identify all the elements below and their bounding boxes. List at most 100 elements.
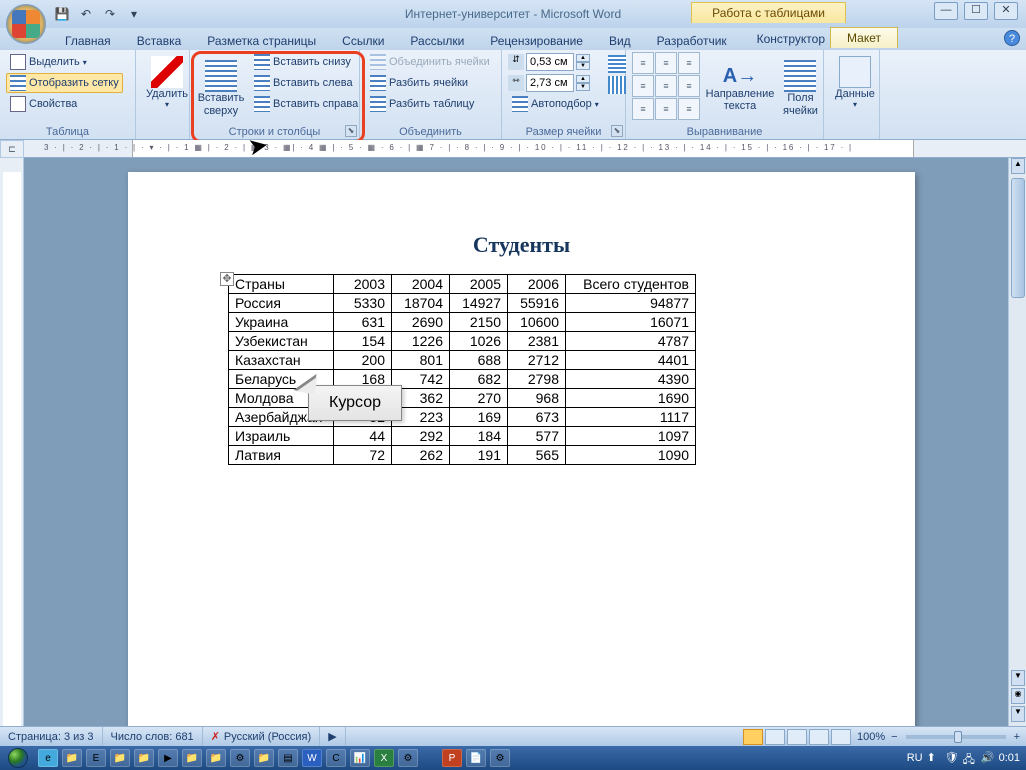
zoom-thumb[interactable]	[954, 731, 962, 743]
table-cell[interactable]: 262	[392, 446, 450, 465]
start-button[interactable]	[0, 746, 36, 770]
table-cell[interactable]: 5330	[334, 294, 392, 313]
task-app7[interactable]: 📁	[206, 749, 226, 767]
insert-right-button[interactable]: Вставить справа	[250, 94, 362, 114]
data-table[interactable]: Страны 2003 2004 2005 2006 Всего студент…	[228, 274, 696, 465]
table-cell[interactable]: 292	[392, 427, 450, 446]
table-cell[interactable]: 14927	[450, 294, 508, 313]
table-cell[interactable]: 4787	[566, 332, 696, 351]
table-cell[interactable]: 688	[450, 351, 508, 370]
view-draft[interactable]	[831, 729, 851, 745]
status-spelling[interactable]: ✗Русский (Россия)	[203, 727, 321, 746]
table-cell[interactable]: 801	[392, 351, 450, 370]
table-cell[interactable]: Украина	[229, 313, 334, 332]
align-bl[interactable]: ≡	[632, 98, 654, 120]
task-app6[interactable]: 📁	[182, 749, 202, 767]
table-row[interactable]: Казахстан20080168827124401	[229, 351, 696, 370]
task-app4[interactable]: 📁	[134, 749, 154, 767]
vertical-ruler[interactable]	[0, 158, 24, 726]
table-cell[interactable]: 270	[450, 389, 508, 408]
tab-design[interactable]: Конструктор	[746, 28, 836, 49]
table-cell[interactable]: Россия	[229, 294, 334, 313]
width-down[interactable]: ▼	[576, 83, 590, 91]
table-cell[interactable]: 94877	[566, 294, 696, 313]
table-cell[interactable]: 1026	[450, 332, 508, 351]
prev-page[interactable]: ◉	[1011, 688, 1025, 704]
task-app12[interactable]: 📊	[350, 749, 370, 767]
table-cell[interactable]: Израиль	[229, 427, 334, 446]
table-cell[interactable]: 2150	[450, 313, 508, 332]
tray-icon1[interactable]: ⬆	[927, 751, 941, 765]
tray-lang[interactable]: RU	[907, 752, 923, 764]
qat-undo-icon[interactable]: ↶	[76, 4, 96, 24]
view-web[interactable]	[787, 729, 807, 745]
tray-clock[interactable]: 0:01	[999, 752, 1020, 764]
col-total[interactable]: Всего студентов	[566, 275, 696, 294]
tab-mailings[interactable]: Рассылки	[397, 30, 477, 50]
align-tr[interactable]: ≡	[678, 52, 700, 74]
horizontal-ruler[interactable]: 3 · | · 2 · | · 1 · | · ▾ · | · 1 ▦ | · …	[24, 140, 1026, 158]
table-cell[interactable]: 154	[334, 332, 392, 351]
align-tl[interactable]: ≡	[632, 52, 654, 74]
task-app14[interactable]: 📄	[466, 749, 486, 767]
properties-button[interactable]: Свойства	[6, 94, 123, 114]
scroll-thumb[interactable]	[1011, 178, 1025, 298]
zoom-level[interactable]: 100%	[857, 731, 885, 743]
align-tc[interactable]: ≡	[655, 52, 677, 74]
text-direction-button[interactable]: A→ Направление текста	[704, 52, 776, 125]
status-page[interactable]: Страница: 3 из 3	[0, 727, 103, 746]
table-cell[interactable]: 565	[508, 446, 566, 465]
table-cell[interactable]: 968	[508, 389, 566, 408]
scroll-up[interactable]: ▲	[1011, 158, 1025, 174]
task-app8[interactable]: ⚙	[230, 749, 250, 767]
view-outline[interactable]	[809, 729, 829, 745]
minimize-button[interactable]: —	[934, 2, 958, 20]
table-cell[interactable]: 191	[450, 446, 508, 465]
align-ml[interactable]: ≡	[632, 75, 654, 97]
insert-above-button[interactable]: Вставить сверху	[196, 52, 246, 125]
table-cell[interactable]: 1117	[566, 408, 696, 427]
height-down[interactable]: ▼	[576, 62, 590, 70]
task-app1[interactable]: 📁	[62, 749, 82, 767]
insert-left-button[interactable]: Вставить слева	[250, 73, 362, 93]
table-row[interactable]: Израиль442921845771097	[229, 427, 696, 446]
office-button[interactable]	[6, 4, 46, 44]
width-up[interactable]: ▲	[576, 75, 590, 83]
tab-layout-active[interactable]: Макет	[830, 27, 898, 48]
view-full-screen[interactable]	[765, 729, 785, 745]
document-area[interactable]: Студенты ✥ Страны 2003 2004 2005 2006 Вс…	[24, 158, 1008, 726]
table-row[interactable]: Украина631269021501060016071	[229, 313, 696, 332]
align-br[interactable]: ≡	[678, 98, 700, 120]
table-cell[interactable]: 16071	[566, 313, 696, 332]
table-cell[interactable]: 1690	[566, 389, 696, 408]
table-cell[interactable]: 1226	[392, 332, 450, 351]
table-cell[interactable]: 577	[508, 427, 566, 446]
split-table-button[interactable]: Разбить таблицу	[366, 94, 494, 114]
rows-cols-launcher[interactable]: ⬊	[345, 125, 357, 137]
align-mc[interactable]: ≡	[655, 75, 677, 97]
col-2006[interactable]: 2006	[508, 275, 566, 294]
table-cell[interactable]: 1097	[566, 427, 696, 446]
table-cell[interactable]: 200	[334, 351, 392, 370]
scroll-down[interactable]: ▼	[1011, 670, 1025, 686]
align-mr[interactable]: ≡	[678, 75, 700, 97]
table-cell[interactable]: 673	[508, 408, 566, 427]
task-app11[interactable]: C	[326, 749, 346, 767]
status-macro[interactable]: ▶	[320, 727, 345, 746]
gridlines-button[interactable]: Отобразить сетку	[6, 73, 123, 93]
table-cell[interactable]: 2690	[392, 313, 450, 332]
table-cell[interactable]: 2381	[508, 332, 566, 351]
table-cell[interactable]: 1090	[566, 446, 696, 465]
qat-save-icon[interactable]: 💾	[52, 4, 72, 24]
tab-review[interactable]: Рецензирование	[477, 30, 596, 50]
next-page[interactable]: ▼	[1011, 706, 1025, 722]
table-move-handle[interactable]: ✥	[220, 272, 234, 286]
task-app3[interactable]: 📁	[110, 749, 130, 767]
table-cell[interactable]: 4401	[566, 351, 696, 370]
task-ie[interactable]: e	[38, 749, 58, 767]
col-country[interactable]: Страны	[229, 275, 334, 294]
task-app9[interactable]: 📁	[254, 749, 274, 767]
table-cell[interactable]: 2798	[508, 370, 566, 389]
zoom-slider[interactable]	[906, 735, 1006, 739]
col-2003[interactable]: 2003	[334, 275, 392, 294]
